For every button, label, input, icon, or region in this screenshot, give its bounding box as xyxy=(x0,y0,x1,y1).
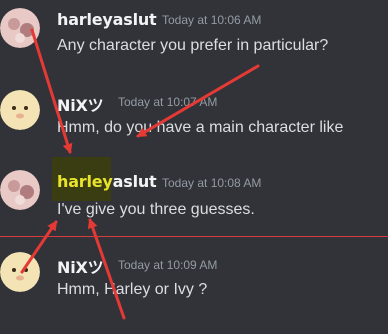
message-text: Any character you prefer in particular? xyxy=(57,37,329,54)
author-name[interactable]: NiXツ xyxy=(57,254,104,278)
author-name-rest: aslut xyxy=(112,172,157,191)
message-text: Hmm, Harley or Ivy ? xyxy=(57,281,208,298)
message-text: Hmm, do you have a main character like xyxy=(57,119,344,136)
avatar-nix[interactable] xyxy=(0,252,40,292)
author-name[interactable]: harleyaslut xyxy=(57,172,157,191)
new-messages-divider xyxy=(0,236,388,237)
avatar-nix[interactable] xyxy=(0,90,40,130)
timestamp: Today at 10:09 AM xyxy=(118,258,218,272)
timestamp: Today at 10:07 AM xyxy=(118,95,218,109)
author-name[interactable]: NiXツ xyxy=(57,92,104,116)
message-text: I've give you three guesses. xyxy=(57,201,255,218)
author-name[interactable]: harleyaslut xyxy=(57,10,157,29)
timestamp: Today at 10:06 AM xyxy=(162,13,262,27)
author-name-highlighted: harley xyxy=(57,172,113,191)
avatar-harleyaslut[interactable] xyxy=(0,170,40,210)
avatar-harleyaslut[interactable] xyxy=(0,8,40,48)
timestamp: Today at 10:08 AM xyxy=(162,176,262,190)
